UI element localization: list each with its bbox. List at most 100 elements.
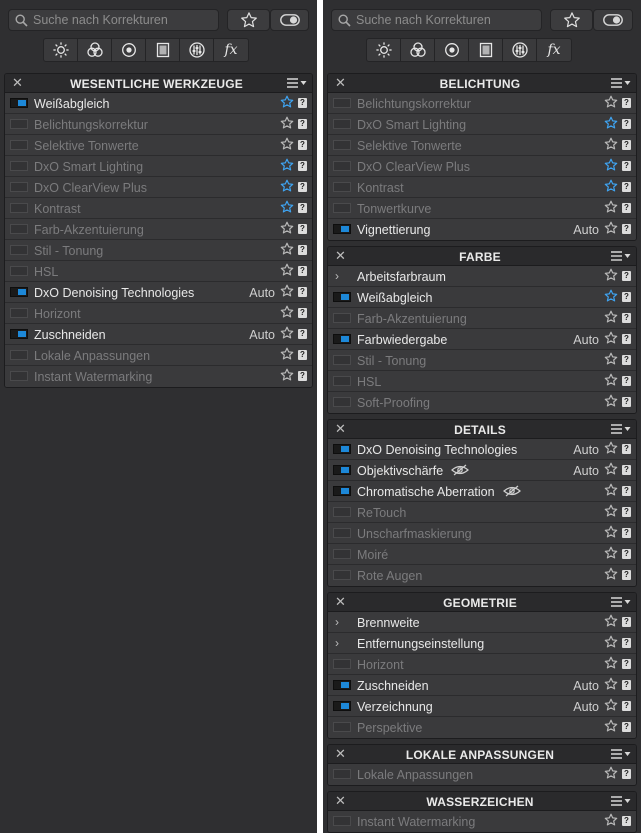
enable-toggle[interactable] (10, 98, 28, 108)
tool-row[interactable]: › Brennweite? (328, 612, 636, 633)
enable-toggle[interactable] (10, 224, 28, 234)
star-icon[interactable] (604, 656, 618, 670)
menu-dropdown-icon[interactable] (610, 249, 632, 263)
star-icon[interactable] (280, 347, 294, 361)
enable-toggle[interactable] (333, 182, 351, 192)
enable-toggle[interactable] (333, 486, 351, 496)
star-favorite-icon[interactable] (604, 116, 618, 130)
help-icon[interactable]: ? (298, 308, 307, 318)
help-icon[interactable]: ? (622, 486, 631, 496)
help-icon[interactable]: ? (298, 98, 307, 108)
help-icon[interactable]: ? (622, 816, 631, 826)
help-icon[interactable]: ? (622, 203, 631, 213)
tool-row[interactable]: Verzeichnung Auto? (328, 696, 636, 717)
help-icon[interactable]: ? (622, 680, 631, 690)
star-favorite-icon[interactable] (604, 179, 618, 193)
tool-row[interactable]: Kontrast? (5, 198, 312, 219)
tool-row[interactable]: Instant Watermarking? (5, 366, 312, 387)
star-icon[interactable] (604, 813, 618, 827)
star-favorite-icon[interactable] (280, 95, 294, 109)
tool-row[interactable]: Selektive Tonwerte? (328, 135, 636, 156)
star-icon[interactable] (604, 483, 618, 497)
enable-toggle[interactable] (333, 769, 351, 779)
menu-dropdown-icon[interactable] (610, 76, 632, 90)
tool-row[interactable]: HSL? (5, 261, 312, 282)
help-icon[interactable]: ? (298, 182, 307, 192)
tool-row[interactable]: Vignettierung Auto? (328, 219, 636, 240)
tool-row[interactable]: Moiré? (328, 544, 636, 565)
enable-toggle[interactable] (333, 570, 351, 580)
tool-row[interactable]: Farbwiedergabe Auto? (328, 329, 636, 350)
star-icon[interactable] (604, 719, 618, 733)
help-icon[interactable]: ? (622, 507, 631, 517)
enable-toggle[interactable] (333, 507, 351, 517)
enable-toggle[interactable] (10, 329, 28, 339)
tool-row[interactable]: Objektivschärfe Auto? (328, 460, 636, 481)
enable-toggle[interactable] (333, 397, 351, 407)
help-icon[interactable]: ? (622, 722, 631, 732)
star-icon[interactable] (280, 242, 294, 256)
star-icon[interactable] (604, 567, 618, 581)
help-icon[interactable]: ? (622, 701, 631, 711)
close-icon[interactable]: ✕ (335, 422, 346, 436)
star-icon[interactable] (604, 221, 618, 235)
section-header[interactable]: ✕ GEOMETRIE (328, 593, 636, 612)
enable-toggle[interactable] (333, 161, 351, 171)
chevron-right-icon[interactable]: › (335, 615, 339, 629)
help-icon[interactable]: ? (622, 334, 631, 344)
tool-tab-frame[interactable] (146, 39, 180, 61)
star-icon[interactable] (604, 504, 618, 518)
tool-row[interactable]: DxO ClearView Plus? (328, 156, 636, 177)
tool-row[interactable]: › Arbeitsfarbraum? (328, 266, 636, 287)
help-icon[interactable]: ? (622, 638, 631, 648)
star-icon[interactable] (604, 95, 618, 109)
star-icon[interactable] (604, 394, 618, 408)
help-icon[interactable]: ? (298, 140, 307, 150)
enable-toggle[interactable] (333, 444, 351, 454)
close-icon[interactable]: ✕ (335, 595, 346, 609)
tool-tab-color-circles[interactable] (78, 39, 112, 61)
tool-row[interactable]: Kontrast? (328, 177, 636, 198)
enable-toggle[interactable] (333, 140, 351, 150)
favorites-filter-button[interactable] (550, 9, 593, 31)
enable-toggle[interactable] (333, 224, 351, 234)
tool-tab-fx[interactable]: fx (537, 39, 571, 61)
help-icon[interactable]: ? (298, 203, 307, 213)
enable-toggle[interactable] (10, 371, 28, 381)
help-icon[interactable]: ? (622, 465, 631, 475)
help-icon[interactable]: ? (622, 549, 631, 559)
help-icon[interactable]: ? (622, 292, 631, 302)
enable-toggle[interactable] (333, 119, 351, 129)
close-icon[interactable]: ✕ (12, 76, 23, 90)
favorites-filter-button[interactable] (227, 9, 270, 31)
tool-row[interactable]: HSL? (328, 371, 636, 392)
help-icon[interactable]: ? (622, 769, 631, 779)
tool-row[interactable]: Chromatische Aberration? (328, 481, 636, 502)
star-icon[interactable] (604, 331, 618, 345)
tool-row[interactable]: Farb-Akzentuierung? (328, 308, 636, 329)
tool-row[interactable]: Belichtungskorrektur? (5, 114, 312, 135)
star-icon[interactable] (280, 221, 294, 235)
star-icon[interactable] (604, 462, 618, 476)
tool-row[interactable]: Belichtungskorrektur? (328, 93, 636, 114)
section-header[interactable]: ✕ BELICHTUNG (328, 74, 636, 93)
star-favorite-icon[interactable] (604, 289, 618, 303)
help-icon[interactable]: ? (298, 287, 307, 297)
star-icon[interactable] (280, 284, 294, 298)
chevron-right-icon[interactable]: › (335, 636, 339, 650)
section-header[interactable]: ✕ DETAILS (328, 420, 636, 439)
star-icon[interactable] (604, 441, 618, 455)
tool-row[interactable]: Stil - Tonung? (5, 240, 312, 261)
tool-row[interactable]: DxO Smart Lighting? (5, 156, 312, 177)
tool-row[interactable]: Weißabgleich? (328, 287, 636, 308)
chevron-right-icon[interactable]: › (335, 269, 339, 283)
tool-tab-sliders[interactable] (503, 39, 537, 61)
menu-dropdown-icon[interactable] (610, 422, 632, 436)
enable-toggle[interactable] (333, 816, 351, 826)
help-icon[interactable]: ? (622, 98, 631, 108)
tool-row[interactable]: Lokale Anpassungen? (328, 764, 636, 785)
help-icon[interactable]: ? (298, 329, 307, 339)
star-icon[interactable] (604, 766, 618, 780)
star-icon[interactable] (604, 373, 618, 387)
enable-toggle[interactable] (333, 355, 351, 365)
